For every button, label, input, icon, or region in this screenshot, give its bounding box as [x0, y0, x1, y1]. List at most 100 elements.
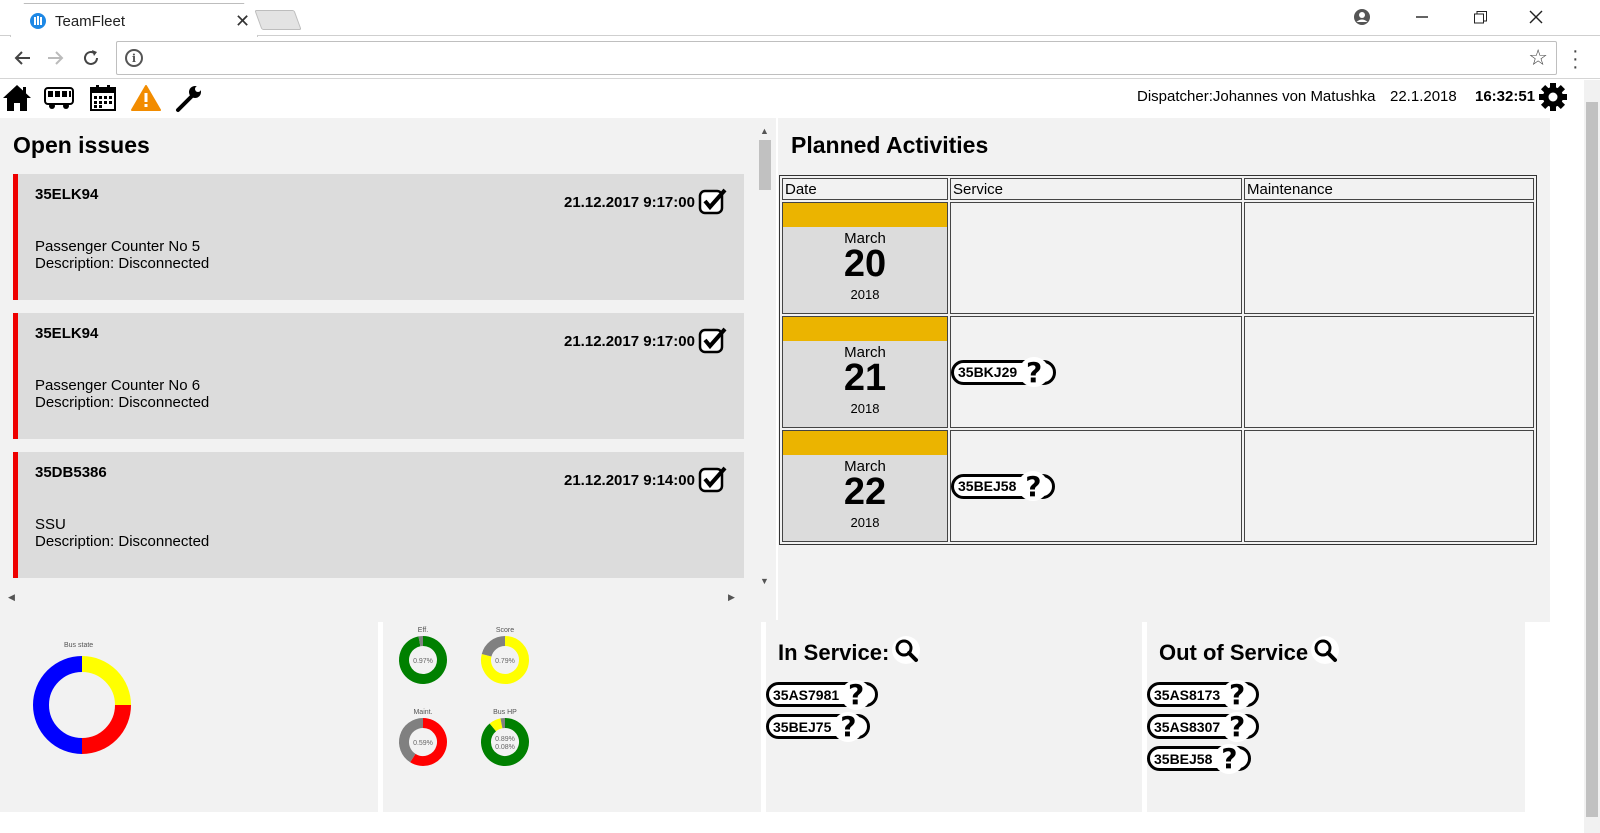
table-row: March 20 2018 — [782, 202, 1534, 314]
issue-card[interactable]: 35ELK94 21.12.2017 9:17:00 Passenger Cou… — [13, 174, 744, 300]
tab-strip: TeamFleet ✕ — [0, 0, 1600, 37]
forward-icon[interactable] — [43, 45, 69, 71]
issue-list-hscrollbar[interactable]: ◀ ▶ — [0, 590, 740, 606]
browser-menu-icon[interactable]: · · · — [1572, 41, 1579, 77]
main-toolbar: Dispatcher:Johannes von Matushka 22.1.20… — [0, 80, 1584, 116]
close-window-icon[interactable] — [1516, 4, 1556, 30]
question-icon[interactable]: ? — [1222, 710, 1253, 743]
column-header-maintenance: Maintenance — [1244, 178, 1534, 200]
vehicle-chip[interactable]: 35AS8307 ? — [1147, 710, 1260, 743]
gauge-label: Score — [496, 627, 514, 634]
gauge-label: Bus HP — [493, 709, 517, 716]
issue-description: Description: Disconnected — [35, 533, 210, 550]
url-input[interactable]: i ☆ — [116, 41, 1557, 75]
vehicle-chip-label: 35AS8307 — [1154, 718, 1221, 735]
service-cell[interactable]: 35BEJ58 ? — [950, 430, 1242, 542]
date-year: 2018 — [850, 401, 880, 416]
acknowledge-checkbox-icon[interactable] — [698, 326, 728, 359]
kpi-gauges: Eff. 0.97% Score 0.79% Maint. 0.59% Bus HP 0.89… — [399, 627, 529, 766]
service-cell[interactable] — [950, 202, 1242, 314]
vehicle-chip[interactable]: 35AS7981 ? — [766, 678, 879, 711]
vehicle-chip[interactable]: 35BEJ75 ? — [766, 710, 871, 743]
planned-activities-table: Date Service Maintenance March 20 2018 M… — [779, 175, 1537, 545]
date-year: 2018 — [850, 287, 880, 302]
bus-state-donut — [33, 656, 131, 754]
gauge-label: Eff. — [418, 627, 428, 634]
account-icon[interactable] — [1342, 4, 1382, 30]
out-of-service-header: Out of Service — [1159, 635, 1340, 671]
question-icon[interactable]: ? — [1019, 356, 1050, 389]
service-cell[interactable]: 35BKJ29 ? — [950, 316, 1242, 428]
vehicle-chip-label: 35BEJ58 — [1154, 750, 1213, 767]
vehicle-chip[interactable]: 35BEJ58 ? — [1147, 742, 1252, 775]
date-cell: March 20 2018 — [782, 202, 948, 314]
current-date: 22.1.2018 — [1390, 88, 1457, 105]
issue-card[interactable]: 35DB5386 21.12.2017 9:14:00 SSU Descript… — [13, 452, 744, 578]
table-row: March 21 2018 35BKJ29 ? — [782, 316, 1534, 428]
search-icon[interactable] — [1310, 635, 1340, 671]
acknowledge-checkbox-icon[interactable] — [698, 187, 728, 220]
search-icon[interactable] — [891, 635, 921, 671]
gauge-label: Maint. — [413, 709, 432, 716]
question-icon[interactable]: ? — [833, 710, 864, 743]
vehicle-chip[interactable]: 35BEJ58 ? — [951, 470, 1056, 503]
bookmark-star-icon[interactable]: ☆ — [1528, 45, 1548, 71]
issue-component: Passenger Counter No 6 — [35, 377, 201, 394]
question-icon[interactable]: ? — [1214, 742, 1245, 775]
in-service-panel: In Service: 35AS7981 ? 35BEJ75 ? — [766, 620, 1142, 812]
warning-icon[interactable] — [129, 81, 163, 115]
calendar-icon[interactable] — [86, 81, 120, 115]
wrench-icon[interactable] — [172, 81, 206, 115]
bus-state-panel: Bus state — [0, 620, 378, 812]
donut-segment — [81, 656, 131, 706]
bus-icon[interactable] — [42, 81, 76, 115]
acknowledge-checkbox-icon[interactable] — [698, 465, 728, 498]
vehicle-chip[interactable]: 35AS8173 ? — [1147, 678, 1260, 711]
date-cell: March 22 2018 — [782, 430, 948, 542]
page-scrollbar[interactable] — [1584, 80, 1600, 833]
donut-segment — [81, 704, 131, 754]
issue-list-scrollbar[interactable]: ▲ ▼ — [756, 126, 773, 596]
out-of-service-list: 35AS8173 ? 35AS8307 ? 35BEJ58 ? — [1147, 678, 1260, 778]
reload-icon[interactable] — [78, 45, 104, 71]
out-of-service-title: Out of Service — [1159, 640, 1309, 665]
maintenance-cell[interactable] — [1244, 316, 1534, 428]
issue-description: Description: Disconnected — [35, 255, 210, 272]
gauge-value: 0.89% — [495, 736, 515, 743]
settings-gear-icon[interactable] — [1538, 82, 1568, 117]
maintenance-cell[interactable] — [1244, 202, 1534, 314]
in-service-list: 35AS7981 ? 35BEJ75 ? — [766, 678, 879, 746]
vehicle-chip-label: 35AS8173 — [1154, 686, 1221, 703]
vehicle-chip[interactable]: 35BKJ29 ? — [951, 356, 1057, 389]
tab-close-icon[interactable]: ✕ — [235, 12, 250, 30]
browser-tab[interactable]: TeamFleet ✕ — [10, 3, 258, 37]
table-row: March 22 2018 35BEJ58 ? — [782, 430, 1534, 542]
back-icon[interactable] — [9, 45, 35, 71]
column-header-date: Date — [782, 178, 948, 200]
date-day: 21 — [843, 357, 887, 399]
open-issues-title: Open issues — [13, 132, 150, 158]
new-tab-button[interactable] — [254, 10, 302, 30]
issue-card[interactable]: 35ELK94 21.12.2017 9:17:00 Passenger Cou… — [13, 313, 744, 439]
home-icon[interactable] — [0, 81, 34, 115]
maintenance-cell[interactable] — [1244, 430, 1534, 542]
date-cell: March 21 2018 — [782, 316, 948, 428]
restore-icon[interactable] — [1460, 4, 1500, 30]
issue-component: SSU — [35, 516, 66, 533]
minimize-icon[interactable] — [1402, 4, 1442, 30]
bus-state-label: Bus state — [64, 642, 94, 649]
issue-list[interactable]: 35ELK94 21.12.2017 9:17:00 Passenger Cou… — [13, 174, 744, 589]
gauge-value: 0.08% — [495, 744, 515, 751]
teamfleet-favicon — [30, 13, 46, 29]
vehicle-chip-label: 35BEJ58 — [958, 478, 1017, 494]
issue-vehicle: 35ELK94 — [35, 186, 99, 203]
issue-vehicle: 35DB5386 — [35, 464, 107, 481]
current-time: 16:32:51 — [1475, 88, 1536, 105]
question-icon[interactable]: ? — [841, 678, 872, 711]
question-icon[interactable]: ? — [1018, 470, 1049, 503]
date-day: 20 — [843, 243, 887, 285]
issue-timestamp: 21.12.2017 9:14:00 — [564, 472, 695, 489]
info-icon[interactable]: i — [125, 49, 143, 67]
question-icon[interactable]: ? — [1222, 678, 1253, 711]
out-of-service-panel: Out of Service 35AS8173 ? 35AS8307 ? 35B… — [1147, 620, 1525, 812]
